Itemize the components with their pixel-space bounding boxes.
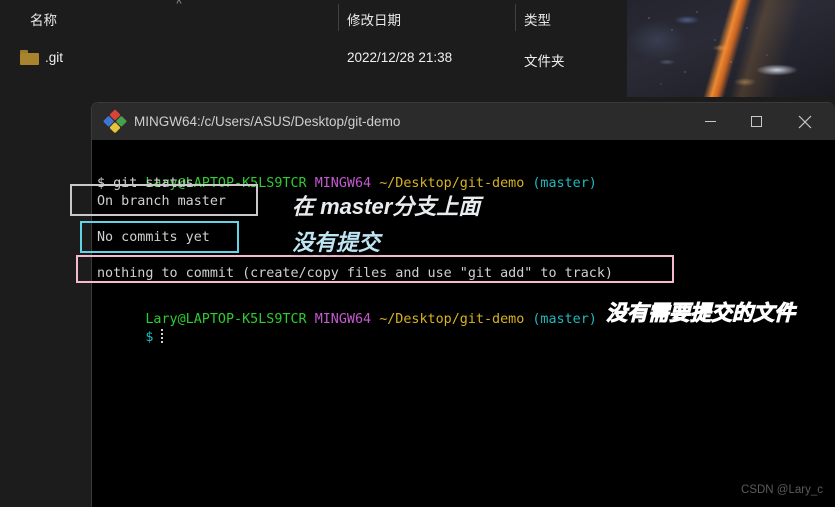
git-bash-icon bbox=[101, 107, 129, 135]
text-cursor bbox=[161, 329, 164, 343]
prompt-shell: MINGW64 bbox=[314, 176, 372, 191]
prompt-branch: (master) bbox=[532, 176, 597, 191]
column-header-name[interactable]: 名称 bbox=[30, 9, 57, 29]
terminal-title-bar[interactable]: MINGW64:/c/Users/ASUS/Desktop/git-demo bbox=[92, 103, 835, 140]
minimize-icon bbox=[704, 121, 716, 122]
csdn-watermark: CSDN @Lary_c bbox=[741, 484, 823, 496]
terminal-console-output[interactable]: Lary@LAPTOP-K5LS9TCR MINGW64 ~/Desktop/g… bbox=[92, 140, 835, 507]
close-icon bbox=[798, 115, 812, 128]
column-divider-1[interactable] bbox=[338, 4, 339, 31]
maximize-button[interactable] bbox=[733, 103, 779, 140]
table-row[interactable]: .git 2022/12/28 21:38 文件夹 bbox=[0, 44, 627, 72]
explorer-column-header: ^ 名称 修改日期 类型 bbox=[0, 0, 627, 35]
terminal-command-git-status: $ git status bbox=[97, 176, 194, 191]
prompt-path: ~/Desktop/git-demo bbox=[379, 176, 525, 191]
minimize-button[interactable] bbox=[687, 103, 733, 140]
close-button[interactable] bbox=[782, 103, 828, 140]
terminal-output-no-commits-yet: No commits yet bbox=[97, 230, 210, 245]
desktop-wallpaper-aerial-night-photo bbox=[627, 0, 835, 97]
final-prompt-symbol: $ bbox=[145, 330, 154, 345]
git-bash-terminal-window[interactable]: MINGW64:/c/Users/ASUS/Desktop/git-demo L… bbox=[91, 102, 835, 507]
terminal-output-nothing-to-commit: nothing to commit (create/copy files and… bbox=[97, 266, 613, 281]
sort-ascending-icon[interactable]: ^ bbox=[171, 0, 187, 10]
file-date-cell: 2022/12/28 21:38 bbox=[347, 50, 453, 65]
column-divider-2[interactable] bbox=[515, 4, 516, 31]
terminal-output-on-branch-master: On branch master bbox=[97, 194, 226, 209]
prompt-branch-2: (master) bbox=[532, 312, 597, 327]
terminal-prompt-line-2: Lary@LAPTOP-K5LS9TCR MINGW64 ~/Desktop/g… bbox=[97, 293, 597, 347]
column-header-type[interactable]: 类型 bbox=[524, 9, 551, 29]
terminal-title-text: MINGW64:/c/Users/ASUS/Desktop/git-demo bbox=[134, 114, 401, 129]
prompt-path-2: ~/Desktop/git-demo bbox=[379, 312, 525, 327]
prompt-shell-2: MINGW64 bbox=[314, 312, 372, 327]
file-name-cell[interactable]: .git bbox=[45, 50, 63, 65]
column-header-date-modified[interactable]: 修改日期 bbox=[347, 9, 401, 29]
maximize-icon bbox=[750, 116, 762, 127]
file-type-cell: 文件夹 bbox=[524, 54, 565, 69]
terminal-input-line[interactable]: $ bbox=[97, 311, 164, 365]
folder-icon bbox=[20, 50, 39, 65]
prompt-user-2: Lary@LAPTOP-K5LS9TCR bbox=[145, 312, 307, 327]
